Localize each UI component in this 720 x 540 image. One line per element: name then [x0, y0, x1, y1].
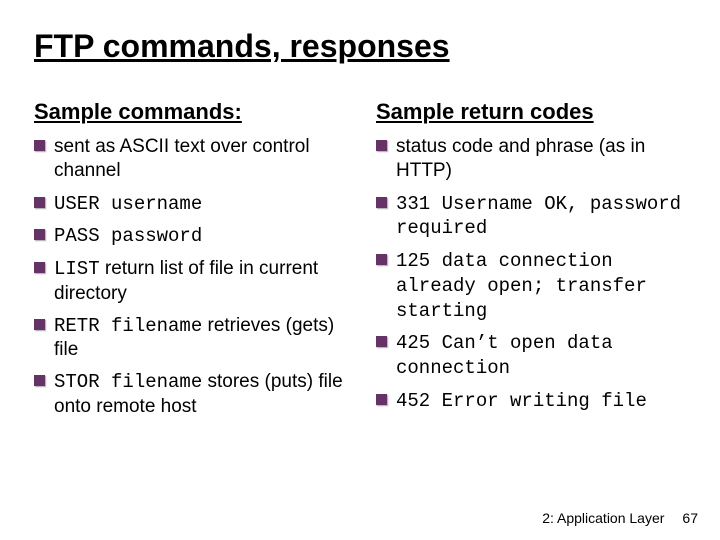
item-mono: PASS password — [54, 225, 202, 247]
list-item: status code and phrase (as in HTTP) — [376, 135, 694, 184]
right-heading: Sample return codes — [376, 99, 694, 125]
slide-title: FTP commands, responses — [34, 28, 694, 65]
right-column: Sample return codes status code and phra… — [376, 99, 694, 427]
list-item: USER username — [34, 192, 352, 217]
item-mono: 331 Username OK, password required — [396, 193, 681, 240]
footer: 2: Application Layer 67 — [542, 510, 698, 526]
right-list: status code and phrase (as in HTTP) 331 … — [376, 135, 694, 414]
list-item: STOR filename stores (puts) file onto re… — [34, 370, 352, 419]
list-item: 452 Error writing file — [376, 389, 694, 414]
left-column: Sample commands: sent as ASCII text over… — [34, 99, 352, 427]
left-heading: Sample commands: — [34, 99, 352, 125]
item-mono: 452 Error writing file — [396, 390, 647, 412]
list-item: 125 data connection already open; transf… — [376, 249, 694, 323]
left-list: sent as ASCII text over control channel … — [34, 135, 352, 419]
content-columns: Sample commands: sent as ASCII text over… — [34, 99, 694, 427]
list-item: LIST return list of file in current dire… — [34, 257, 352, 306]
list-item: 331 Username OK, password required — [376, 192, 694, 242]
footer-section: 2: Application Layer — [542, 510, 664, 526]
item-text: status code and phrase (as in HTTP) — [396, 136, 645, 181]
list-item: sent as ASCII text over control channel — [34, 135, 352, 184]
item-mono: 425 Can’t open data connection — [396, 332, 613, 379]
item-mono: USER username — [54, 193, 202, 215]
page-number: 67 — [682, 510, 698, 526]
list-item: 425 Can’t open data connection — [376, 331, 694, 381]
item-mono: RETR filename — [54, 315, 202, 337]
list-item: PASS password — [34, 224, 352, 249]
item-mono: 125 data connection already open; transf… — [396, 250, 647, 322]
list-item: RETR filename retrieves (gets) file — [34, 314, 352, 363]
item-text: sent as ASCII text over control channel — [54, 136, 310, 181]
item-mono: LIST — [54, 258, 100, 280]
slide: FTP commands, responses Sample commands:… — [0, 0, 720, 540]
item-mono: STOR filename — [54, 371, 202, 393]
